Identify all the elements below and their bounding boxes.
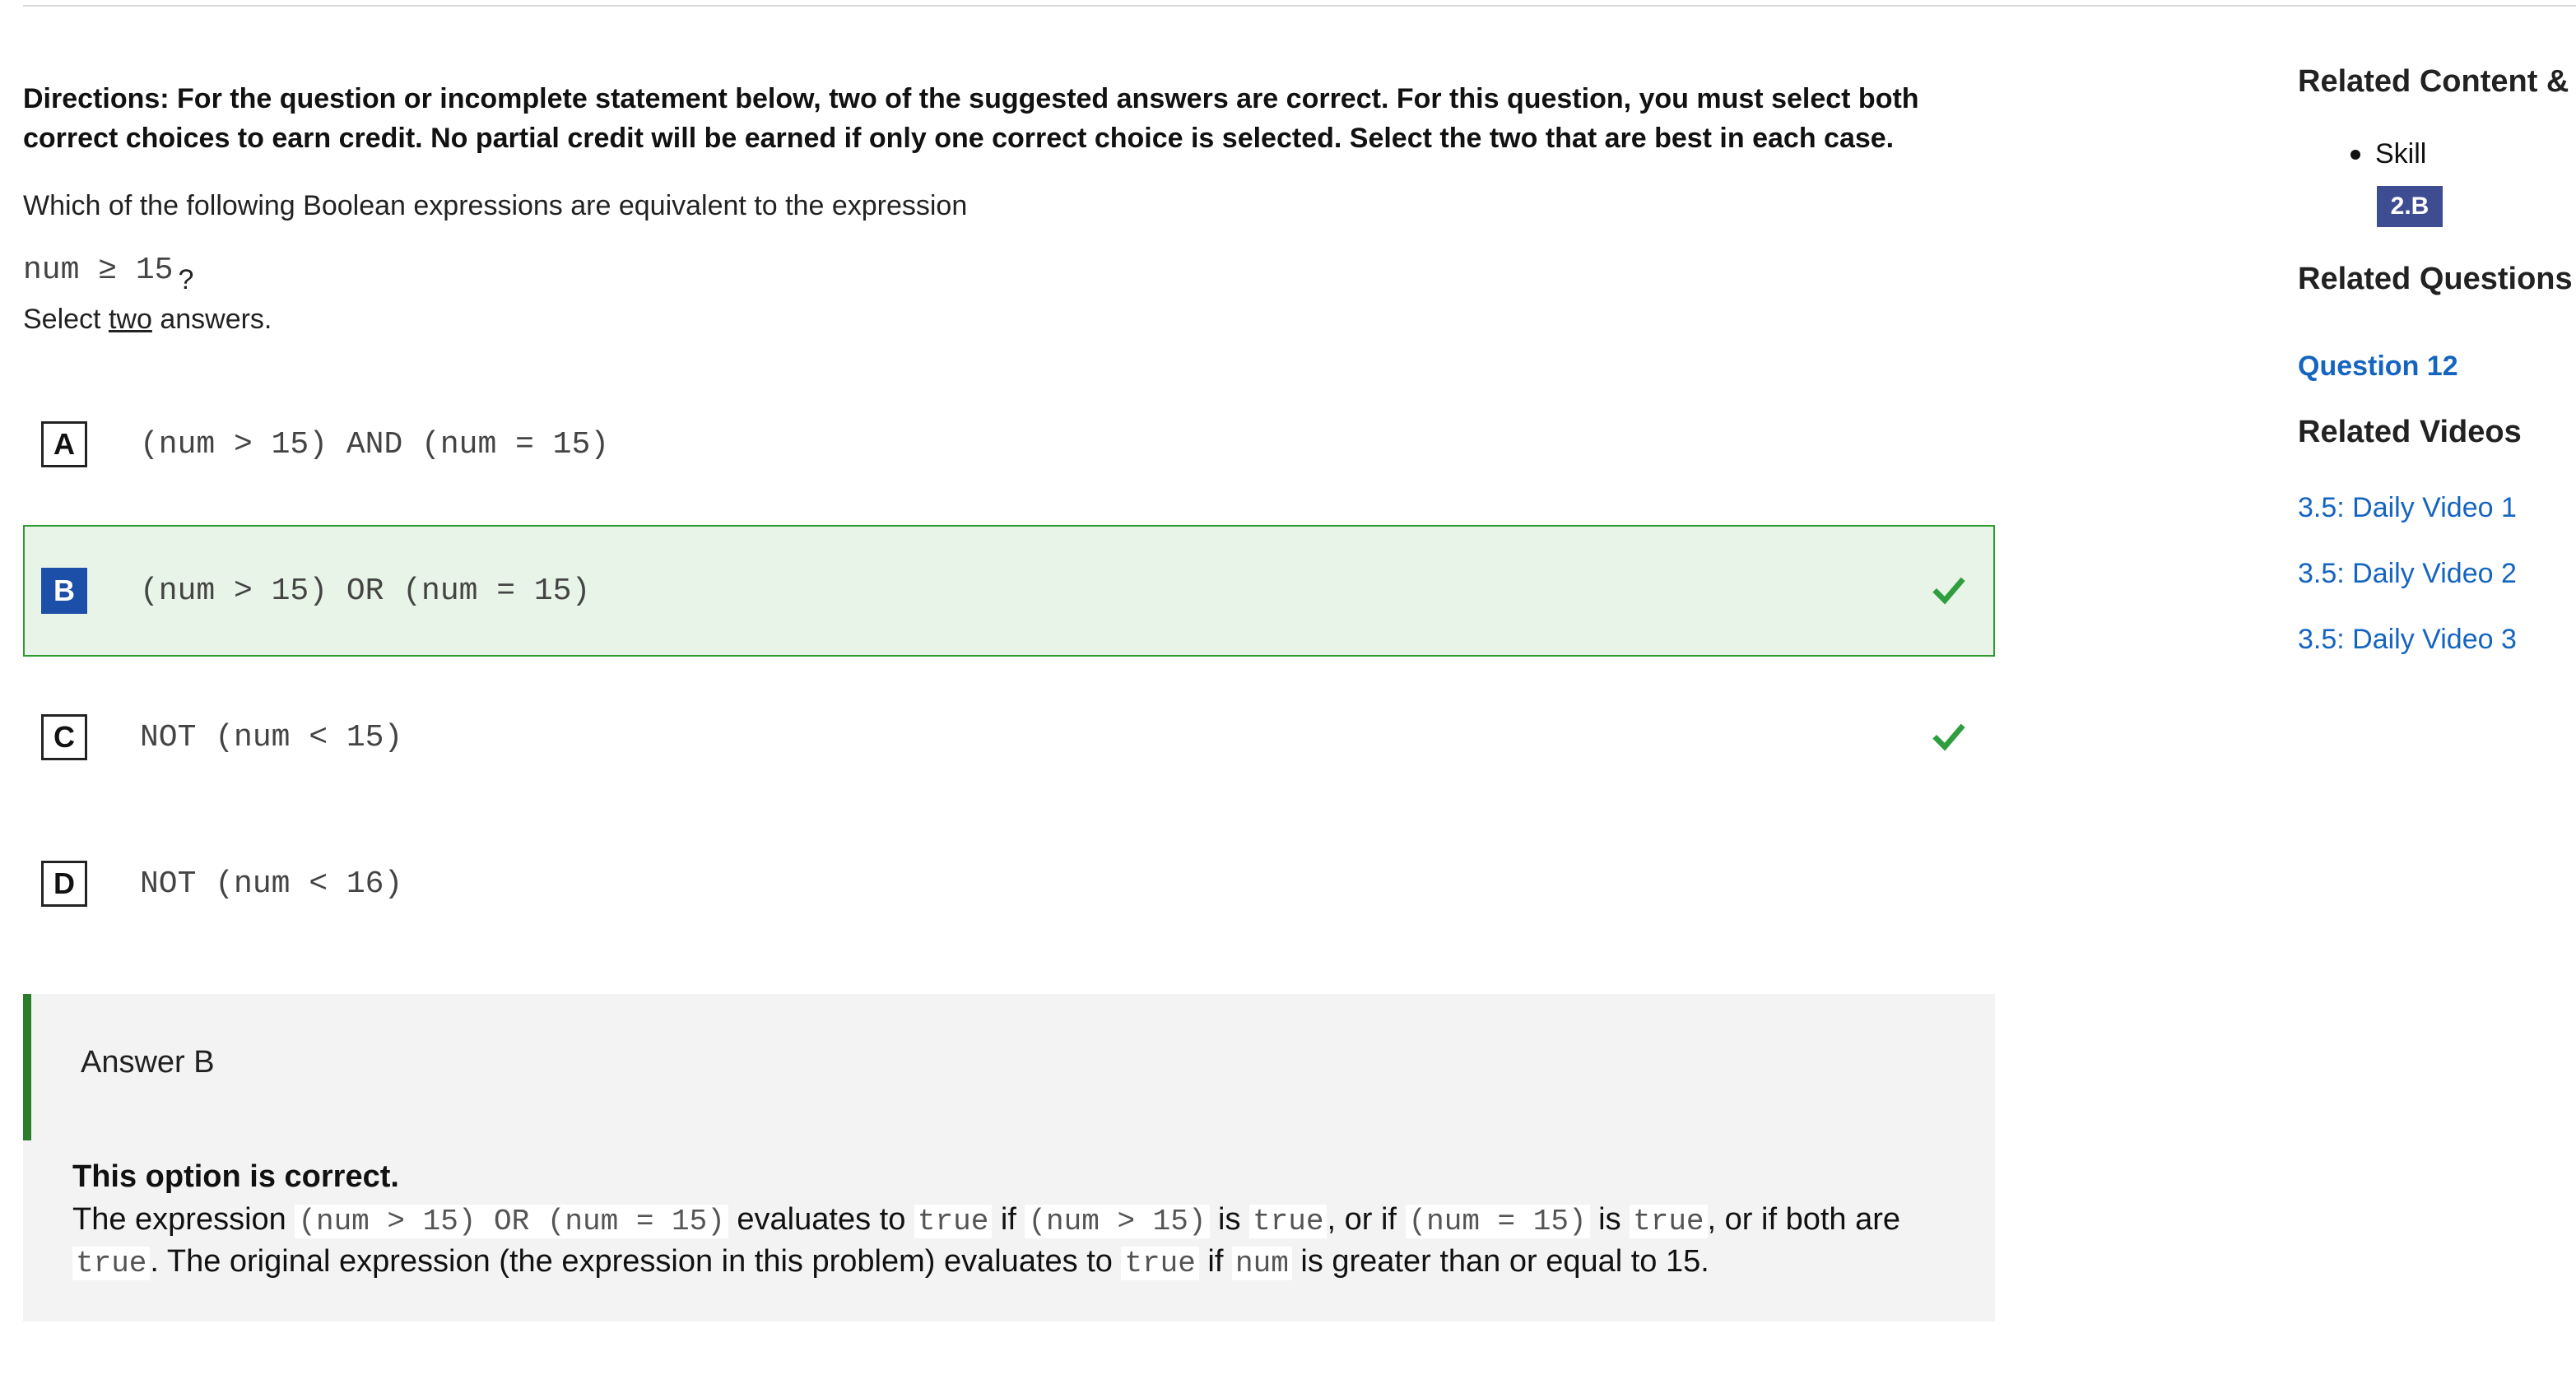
- answer-label: Answer B: [81, 1045, 215, 1080]
- answer-choices: A (num > 15) AND (num = 15) B (num > 15)…: [23, 379, 1995, 950]
- skill-item: Skill: [2350, 138, 2426, 170]
- explanation-segment: . The original expression (the expressio…: [150, 1244, 1122, 1279]
- inline-code: true: [72, 1247, 151, 1280]
- choice-code: NOT (num < 15): [140, 719, 403, 755]
- check-icon: [1932, 723, 1965, 751]
- inline-code: (num > 15) OR (num = 15): [295, 1205, 728, 1238]
- skill-label: Skill: [2375, 138, 2427, 170]
- choice-letter: D: [41, 861, 87, 907]
- video-link-1[interactable]: 3.5: Daily Video 1: [2298, 492, 2517, 524]
- answer-explanation: Answer B This option is correct. The exp…: [23, 994, 1995, 1321]
- expression-suffix: ?: [178, 264, 194, 295]
- skill-badge[interactable]: 2.B: [2377, 186, 2443, 227]
- inline-code: (num > 15): [1025, 1205, 1210, 1238]
- question-panel: Directions: For the question or incomple…: [23, 79, 1995, 1321]
- choice-code: NOT (num < 16): [140, 866, 403, 902]
- inline-code: (num = 15): [1405, 1205, 1590, 1238]
- explanation-segment: is greater than or equal to 15.: [1291, 1244, 1709, 1279]
- choice-letter: A: [41, 421, 87, 467]
- choice-code: (num > 15) OR (num = 15): [140, 573, 591, 609]
- top-divider: [23, 0, 2576, 7]
- explanation-heading: This option is correct.: [72, 1159, 399, 1194]
- select-prefix: Select: [23, 304, 109, 335]
- related-questions-heading: Related Questions c: [2298, 262, 2576, 296]
- inline-code: true: [1121, 1247, 1199, 1280]
- select-count: two: [108, 304, 152, 335]
- question-expression: num ≥ 15 ?: [23, 247, 1995, 295]
- question-stem: Which of the following Boolean expressio…: [23, 190, 968, 221]
- explanation-segment: is: [1589, 1202, 1630, 1237]
- related-content-heading: Related Content & S: [2298, 64, 2576, 99]
- explanation-segment: if: [1198, 1244, 1232, 1279]
- choice-letter: C: [41, 714, 87, 760]
- related-question-link[interactable]: Question 12: [2298, 351, 2458, 383]
- explanation-segment: if: [992, 1202, 1025, 1237]
- explanation-accent-bar: [23, 994, 31, 1140]
- choice-code: (num > 15) AND (num = 15): [140, 426, 610, 462]
- directions-text: Directions: For the question or incomple…: [23, 83, 1919, 154]
- choice-a[interactable]: A (num > 15) AND (num = 15): [23, 379, 1995, 510]
- video-link-3[interactable]: 3.5: Daily Video 3: [2298, 624, 2517, 656]
- explanation-segment: is: [1209, 1202, 1250, 1237]
- inline-code: true: [1249, 1205, 1328, 1238]
- choice-d[interactable]: D NOT (num < 16): [23, 818, 1995, 950]
- expression-code: num ≥ 15: [23, 253, 174, 288]
- bullet-icon: [2350, 149, 2360, 160]
- explanation-segment: The expression: [72, 1202, 295, 1237]
- inline-code: num: [1232, 1247, 1292, 1280]
- select-suffix: answers.: [151, 304, 272, 335]
- video-link-2[interactable]: 3.5: Daily Video 2: [2298, 558, 2517, 590]
- choice-b[interactable]: B (num > 15) OR (num = 15): [23, 525, 1995, 657]
- explanation-segment: , or if both are: [1707, 1202, 1901, 1237]
- inline-code: true: [1630, 1205, 1708, 1238]
- inline-code: true: [914, 1205, 993, 1238]
- select-instruction: Select two answers.: [23, 300, 1995, 339]
- related-videos-heading: Related Videos: [2298, 415, 2522, 449]
- explanation-text: The expression (num > 15) OR (num = 15) …: [72, 1200, 1932, 1284]
- check-icon: [1932, 577, 1965, 605]
- explanation-segment: evaluates to: [728, 1202, 914, 1237]
- explanation-segment: , or if: [1327, 1202, 1406, 1237]
- choice-c[interactable]: C NOT (num < 15): [23, 671, 1995, 803]
- choice-letter: B: [41, 568, 87, 614]
